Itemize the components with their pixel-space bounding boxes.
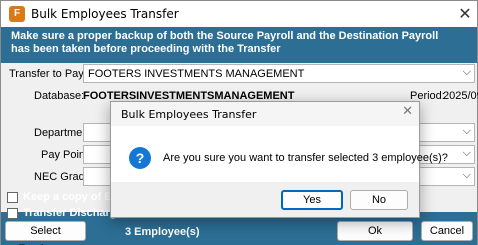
window-title: Bulk Employees Transfer bbox=[31, 7, 179, 21]
select-employees-button[interactable]: Select Employees bbox=[5, 221, 86, 245]
close-icon[interactable]: ✕ bbox=[453, 2, 477, 26]
ok-button[interactable]: Ok bbox=[337, 221, 413, 241]
employee-count: 3 Employee(s) bbox=[125, 226, 200, 238]
chevron-down-icon: ⌵ bbox=[462, 146, 471, 159]
app-icon: F bbox=[9, 6, 25, 22]
transfer-to-payroll-value: FOOTERS INVESTMENTS MANAGEMENT bbox=[88, 68, 305, 80]
no-button[interactable]: No bbox=[350, 190, 408, 210]
title-bar: F Bulk Employees Transfer ✕ bbox=[1, 1, 477, 27]
question-icon: ? bbox=[129, 147, 151, 169]
transfer-to-payroll-select[interactable]: FOOTERS INVESTMENTS MANAGEMENT ⌵ bbox=[83, 64, 475, 83]
transfer-discharged-checkbox[interactable] bbox=[7, 208, 18, 219]
keep-copy-checkbox[interactable] bbox=[7, 192, 18, 203]
yes-button[interactable]: Yes bbox=[281, 190, 343, 210]
chevron-down-icon: ⌵ bbox=[462, 124, 471, 137]
database-label: Database: bbox=[34, 90, 85, 102]
period-value: 2025/09 bbox=[443, 90, 478, 102]
dialog-close-icon[interactable]: ✕ bbox=[402, 104, 413, 119]
bulk-transfer-window: F Bulk Employees Transfer ✕ Make sure a … bbox=[0, 0, 478, 245]
dialog-message: Are you sure you want to transfer select… bbox=[163, 152, 448, 164]
backup-warning: Make sure a proper backup of both the So… bbox=[11, 30, 471, 56]
cancel-button[interactable]: Cancel bbox=[421, 221, 473, 241]
dialog-footer: Yes No bbox=[111, 182, 419, 217]
backup-warning-line1: Make sure a proper backup of both the So… bbox=[11, 30, 439, 42]
chevron-down-icon: ⌵ bbox=[462, 168, 471, 181]
chevron-down-icon: ⌵ bbox=[462, 65, 471, 78]
dialog-title: Bulk Employees Transfer bbox=[121, 108, 257, 121]
backup-warning-line2: has been taken before proceeding with th… bbox=[11, 43, 281, 55]
confirm-dialog: Bulk Employees Transfer ✕ ? Are you sure… bbox=[110, 101, 448, 218]
dialog-body: ? Are you sure you want to transfer sele… bbox=[111, 126, 448, 182]
